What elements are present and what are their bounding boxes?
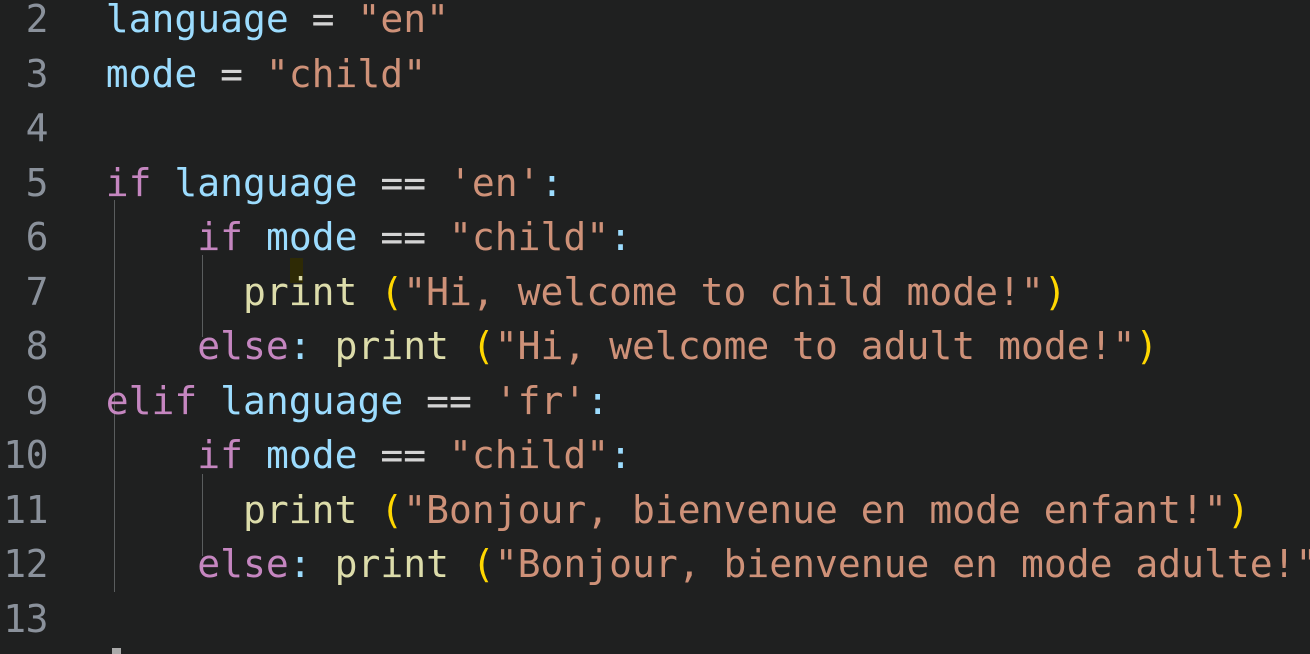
code-token-pn: : [609, 433, 633, 477]
code-token-op [449, 542, 472, 586]
code-token-var: mode [265, 215, 358, 259]
code-token-op [60, 488, 243, 532]
code-token-br: ( [380, 487, 404, 532]
line-number-gutter[interactable]: 2 3 4 5 6 7 8 9 10 11 12 13 [0, 0, 52, 654]
code-token-br: ( [471, 542, 495, 586]
line-number[interactable]: 7 [0, 265, 49, 320]
line-number[interactable]: 2 [0, 0, 49, 47]
code-line[interactable]: language = "en" [0, 0, 1310, 47]
code-token-var: language [220, 378, 404, 423]
code-line[interactable]: else: print ("Hi, welcome to adult mode!… [0, 319, 1310, 374]
code-token-op [357, 270, 380, 314]
code-token-op [312, 324, 335, 368]
line-number[interactable]: 3 [0, 47, 49, 102]
code-token-kw: else [197, 542, 289, 586]
code-token-var: mode [265, 433, 358, 477]
line-number[interactable]: 4 [0, 101, 49, 156]
code-token-op [60, 161, 106, 205]
code-token-fn: print [334, 324, 449, 368]
code-token-fn: print [243, 487, 358, 532]
line-number[interactable]: 8 [0, 319, 49, 374]
code-token-str: "child" [265, 51, 427, 96]
code-token-kw: if [105, 160, 152, 205]
code-token-br: ) [1135, 324, 1159, 368]
code-token-kw: if [197, 215, 244, 259]
code-token-br: ( [471, 324, 495, 368]
code-token-kw: elif [105, 378, 198, 423]
code-token-fn: print [334, 542, 449, 586]
code-token-var: language [105, 0, 289, 41]
code-token-pn: : [288, 542, 312, 586]
code-token-op [60, 52, 106, 96]
code-token-br: ) [1226, 487, 1250, 532]
code-token-pn: : [288, 324, 312, 368]
code-token-pn: : [586, 378, 610, 423]
code-token-op [60, 542, 197, 586]
code-token-op: == [357, 215, 449, 259]
code-line[interactable] [0, 592, 1310, 647]
code-token-op [243, 215, 266, 259]
code-token-str: "Bonjour, bienvenue en mode adulte!" [494, 542, 1310, 586]
code-token-pn: : [540, 160, 564, 205]
code-line[interactable]: mode = "child" [0, 47, 1310, 102]
code-token-br: ) [1043, 269, 1067, 314]
code-token-str: "Bonjour, bienvenue en mode enfant!" [403, 487, 1227, 532]
code-line[interactable]: print ("Hi, welcome to child mode!") [0, 265, 1310, 320]
code-token-op [60, 324, 197, 368]
code-token-op [197, 379, 220, 423]
line-number[interactable]: 10 [0, 428, 48, 483]
code-token-kw: else [197, 324, 289, 368]
code-token-fn: print [243, 269, 358, 314]
code-line[interactable]: if mode == "child": [0, 210, 1310, 265]
line-number[interactable]: 11 [0, 483, 48, 538]
code-token-str: "Hi, welcome to child mode!" [403, 269, 1044, 314]
code-token-op: = [197, 51, 266, 96]
code-line[interactable]: if language == 'en': [0, 156, 1310, 211]
code-token-op: == [357, 160, 449, 205]
line-number[interactable]: 12 [0, 537, 48, 592]
line-number[interactable]: 13 [0, 592, 48, 647]
code-token-str: 'en' [448, 160, 541, 205]
line-number[interactable]: 5 [0, 156, 49, 211]
code-line[interactable]: elif language == 'fr': [0, 374, 1310, 429]
code-token-str: 'fr' [494, 378, 587, 423]
code-token-op: == [357, 433, 449, 477]
code-token-op [60, 215, 197, 259]
code-token-str: "Hi, welcome to adult mode!" [494, 324, 1136, 368]
code-token-str: "child" [448, 215, 610, 259]
code-token-pn: : [609, 215, 633, 259]
code-token-op [60, 379, 106, 423]
code-token-var: language [174, 160, 358, 205]
code-token-op [60, 0, 106, 41]
code-token-op [243, 433, 266, 477]
code-token-op [449, 324, 472, 368]
code-line[interactable] [0, 101, 1310, 156]
code-token-op [152, 161, 175, 205]
code-token-var: mode [105, 51, 198, 96]
code-token-op [357, 488, 380, 532]
code-token-op [312, 542, 335, 586]
code-token-op: = [288, 0, 358, 41]
line-number[interactable]: 6 [0, 210, 49, 265]
code-line[interactable]: if mode == "child": [0, 428, 1310, 483]
code-token-op [60, 270, 243, 314]
code-token-br: ( [380, 269, 404, 314]
code-editor[interactable]: 2 3 4 5 6 7 8 9 10 11 12 13 language = "en" mode = … [0, 0, 1310, 654]
code-token-kw: if [197, 433, 244, 477]
code-content[interactable]: language = "en" mode = "child" if langua… [0, 0, 1310, 654]
text-cursor [112, 648, 121, 654]
code-line[interactable]: print ("Bonjour, bienvenue en mode enfan… [0, 483, 1310, 538]
code-token-op [60, 433, 197, 477]
line-number[interactable]: 9 [0, 374, 49, 429]
code-token-str: "child" [448, 433, 610, 477]
code-token-str: "en" [357, 0, 449, 41]
code-line[interactable]: else: print ("Bonjour, bienvenue en mode… [0, 537, 1310, 592]
code-token-op: == [403, 378, 495, 423]
